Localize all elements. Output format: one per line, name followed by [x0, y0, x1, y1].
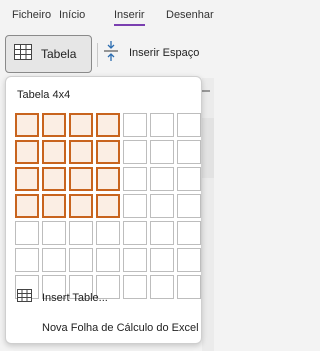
grid-cell[interactable] [123, 140, 147, 164]
grid-cell[interactable] [42, 221, 66, 245]
toolbar: Tabela Inserir Espaço [0, 30, 214, 76]
grid-cell[interactable] [150, 248, 174, 272]
tab-inicio[interactable]: Início [59, 9, 85, 21]
grid-cell[interactable] [177, 140, 201, 164]
grid-cell-selected[interactable] [69, 140, 93, 164]
grid-cell[interactable] [177, 248, 201, 272]
grid-cell-selected[interactable] [69, 194, 93, 218]
insert-table-item[interactable]: Insert Table... [17, 288, 108, 308]
grid-cell-selected[interactable] [42, 194, 66, 218]
insert-space-label: Inserir Espaço [129, 47, 200, 59]
tab-inserir[interactable]: Inserir [114, 9, 145, 26]
table-size-label: Tabela 4x4 [17, 89, 71, 101]
grid-cell-selected[interactable] [96, 167, 120, 191]
grid-cell-selected[interactable] [15, 140, 39, 164]
grid-cell[interactable] [177, 275, 201, 299]
grid-cell-selected[interactable] [96, 113, 120, 137]
grid-cell[interactable] [150, 113, 174, 137]
new-excel-sheet-label: Nova Folha de Cálculo do Excel [42, 322, 199, 334]
grid-cell[interactable] [177, 167, 201, 191]
grid-cell[interactable] [150, 167, 174, 191]
grid-cell[interactable] [123, 275, 147, 299]
tab-ficheiro[interactable]: Ficheiro [12, 9, 51, 21]
insert-table-label: Insert Table... [42, 292, 108, 304]
grid-cell[interactable] [69, 248, 93, 272]
table-dropdown: Tabela 4x4 Insert Table... Nova Folha de… [5, 76, 202, 344]
table-grid-icon [14, 43, 32, 65]
grid-cell-selected[interactable] [96, 194, 120, 218]
page-region [202, 118, 214, 178]
grid-cell-selected[interactable] [42, 167, 66, 191]
grid-cell-selected[interactable] [69, 167, 93, 191]
new-excel-sheet-item[interactable]: Nova Folha de Cálculo do Excel [42, 318, 199, 338]
background-page [202, 78, 214, 351]
table-button[interactable]: Tabela [5, 35, 92, 73]
grid-cell[interactable] [123, 113, 147, 137]
grid-cell[interactable] [150, 140, 174, 164]
grid-cell[interactable] [123, 194, 147, 218]
insert-space-icon [103, 40, 119, 67]
grid-cell-selected[interactable] [69, 113, 93, 137]
grid-cell[interactable] [150, 221, 174, 245]
grid-cell[interactable] [123, 167, 147, 191]
table-button-label: Tabela [41, 47, 77, 61]
table-size-grid [11, 109, 201, 299]
grid-cell[interactable] [123, 248, 147, 272]
grid-cell-selected[interactable] [15, 167, 39, 191]
grid-cell-selected[interactable] [42, 113, 66, 137]
table-grid-icon [17, 289, 32, 307]
page-mark [202, 90, 210, 92]
grid-cell[interactable] [69, 221, 93, 245]
grid-cell[interactable] [96, 248, 120, 272]
grid-cell-selected[interactable] [96, 140, 120, 164]
toolbar-divider [97, 43, 98, 67]
grid-cell[interactable] [15, 221, 39, 245]
grid-cell[interactable] [96, 221, 120, 245]
insert-space-button[interactable]: Inserir Espaço [103, 38, 199, 68]
grid-cell[interactable] [15, 248, 39, 272]
grid-cell-selected[interactable] [15, 113, 39, 137]
grid-cell[interactable] [150, 275, 174, 299]
ribbon-tabs: Ficheiro Início Inserir Desenhar [0, 0, 214, 30]
grid-cell[interactable] [150, 194, 174, 218]
grid-cell-selected[interactable] [42, 140, 66, 164]
grid-cell[interactable] [42, 248, 66, 272]
grid-cell[interactable] [177, 221, 201, 245]
grid-cell[interactable] [177, 113, 201, 137]
grid-cell-selected[interactable] [15, 194, 39, 218]
grid-cell[interactable] [123, 221, 147, 245]
tab-desenhar[interactable]: Desenhar [166, 9, 214, 21]
grid-cell[interactable] [177, 194, 201, 218]
